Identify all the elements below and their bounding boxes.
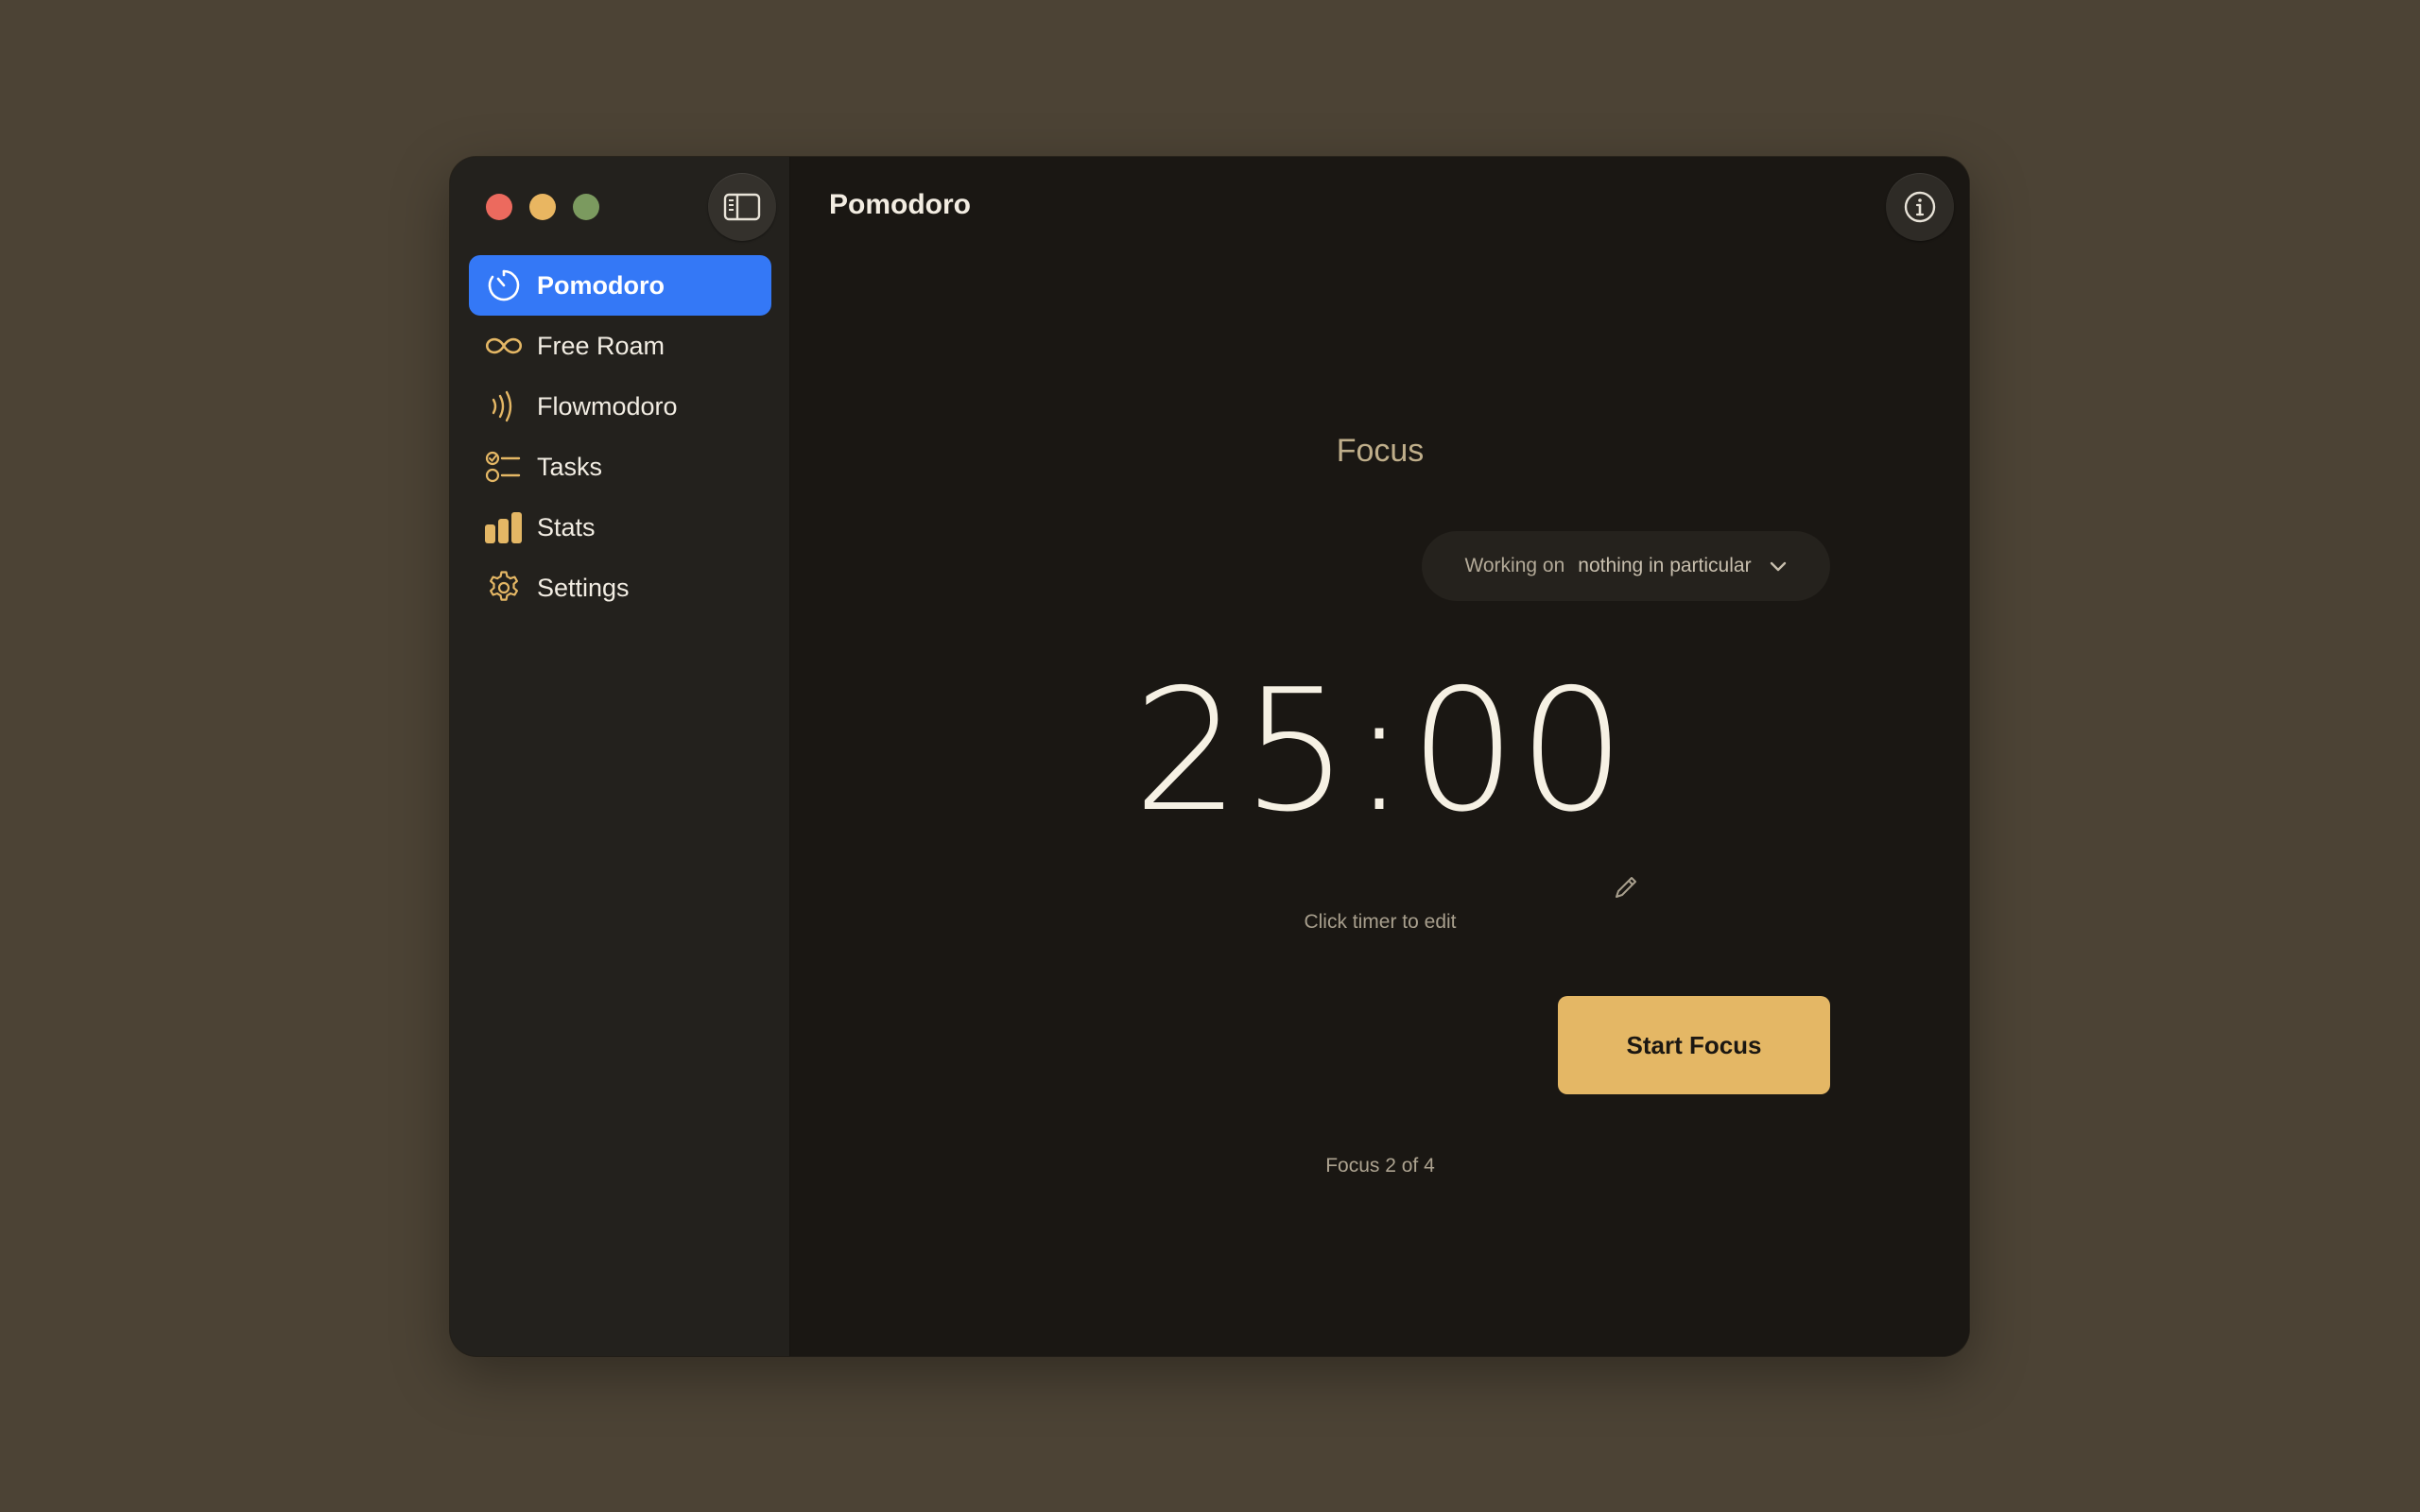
close-window-button[interactable] (486, 194, 512, 220)
sidebar-nav: Pomodoro Free Roam Flowmodoro Tasks Stat… (469, 255, 771, 618)
session-count: Focus 2 of 4 (1325, 1155, 1435, 1177)
sidebar-item-settings[interactable]: Settings (469, 558, 771, 618)
timer-icon (484, 266, 524, 305)
main-content: Pomodoro Focus Working on nothing in par… (791, 157, 1969, 1356)
checklist-icon (484, 447, 524, 487)
gear-icon (484, 568, 524, 608)
waves-icon (484, 387, 524, 426)
start-focus-button[interactable]: Start Focus (1558, 996, 1830, 1094)
sidebar-item-stats[interactable]: Stats (469, 497, 771, 558)
sidebar: Pomodoro Free Roam Flowmodoro Tasks Stat… (450, 157, 790, 1356)
app-window: Pomodoro Free Roam Flowmodoro Tasks Stat… (450, 157, 1969, 1356)
infinity-icon (484, 326, 524, 366)
working-on-value: nothing in particular (1578, 555, 1752, 576)
timer-display[interactable]: 25:00 (791, 667, 1969, 835)
sidebar-toggle-icon (723, 193, 761, 221)
sidebar-toggle-button[interactable] (708, 173, 776, 241)
info-icon (1904, 191, 1936, 223)
chevron-down-icon (1769, 559, 1788, 573)
info-button[interactable] (1886, 173, 1954, 241)
sidebar-item-tasks[interactable]: Tasks (469, 437, 771, 497)
working-on-selector[interactable]: Working on nothing in particular (1422, 531, 1830, 601)
zoom-window-button[interactable] (573, 194, 599, 220)
mode-label: Focus (1336, 433, 1425, 469)
minimize-window-button[interactable] (529, 194, 556, 220)
sidebar-item-label: Tasks (537, 452, 603, 481)
sidebar-item-label: Pomodoro (537, 270, 665, 300)
sidebar-item-pomodoro[interactable]: Pomodoro (469, 255, 771, 316)
sidebar-item-flowmodoro[interactable]: Flowmodoro (469, 376, 771, 437)
edit-hint: Click timer to edit (1304, 911, 1457, 933)
sidebar-item-label: Stats (537, 512, 596, 541)
pencil-icon (1616, 877, 1636, 898)
sidebar-item-label: Flowmodoro (537, 391, 678, 421)
sidebar-item-label: Settings (537, 573, 630, 602)
working-on-prefix: Working on (1464, 555, 1565, 576)
sidebar-item-free-roam[interactable]: Free Roam (469, 316, 771, 376)
bar-chart-icon (484, 507, 524, 547)
page-title: Pomodoro (829, 189, 971, 220)
sidebar-item-label: Free Roam (537, 331, 666, 360)
